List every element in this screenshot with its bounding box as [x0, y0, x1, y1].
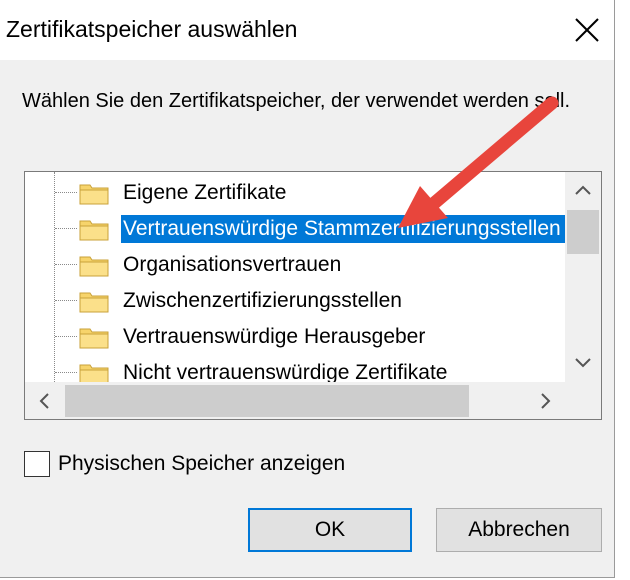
chevron-left-icon: [39, 393, 49, 409]
checkbox-label: Physischen Speicher anzeigen: [58, 452, 346, 475]
tree-connector: [55, 192, 77, 193]
folder-icon: [79, 328, 109, 349]
horizontal-scroll-thumb[interactable]: [65, 385, 469, 417]
tree-connector: [55, 264, 77, 265]
folder-icon: [79, 184, 109, 205]
certificate-store-tree[interactable]: Eigene Zertifikate Vertrauenswürdige Stam…: [24, 171, 602, 420]
tree-connector: [55, 372, 77, 373]
tree-item[interactable]: Organisationsvertrauen: [25, 248, 565, 282]
scrollbar-corner: [565, 382, 601, 419]
tree-item[interactable]: Eigene Zertifikate: [25, 176, 565, 210]
tree-item-label: Vertrauenswürdige Herausgeber: [123, 325, 426, 348]
vertical-scroll-thumb[interactable]: [567, 210, 599, 254]
scroll-up-button[interactable]: [565, 172, 601, 208]
close-icon: [575, 18, 599, 42]
title-bar: Zertifikatspeicher auswählen: [0, 0, 614, 60]
tree-item[interactable]: Vertrauenswürdige Stammzertifizierungsst…: [25, 212, 565, 246]
scroll-down-button[interactable]: [565, 344, 601, 382]
folder-icon: [79, 292, 109, 313]
ok-button[interactable]: OK: [248, 508, 412, 552]
vertical-scrollbar[interactable]: [565, 172, 601, 382]
tree-item[interactable]: Nicht vertrauenswürdige Zertifikate: [25, 356, 565, 382]
tree-item-label: Nicht vertrauenswürdige Zertifikate: [123, 361, 448, 382]
chevron-up-icon: [575, 185, 591, 195]
tree-item[interactable]: Zwischenzertifizierungsstellen: [25, 284, 565, 318]
dialog-description: Wählen Sie den Zertifikatspeicher, der v…: [22, 90, 571, 112]
horizontal-scrollbar[interactable]: [25, 382, 565, 419]
scroll-right-button[interactable]: [527, 382, 565, 419]
tree-connector: [55, 228, 77, 229]
dialog-title: Zertifikatspeicher auswählen: [6, 16, 298, 42]
tree-item-label: Vertrauenswürdige Stammzertifizierungsst…: [121, 215, 565, 243]
tree-viewport: Eigene Zertifikate Vertrauenswürdige Stam…: [25, 172, 565, 382]
show-physical-stores-option[interactable]: Physischen Speicher anzeigen: [24, 449, 345, 479]
folder-icon: [79, 364, 109, 382]
tree-item[interactable]: Vertrauenswürdige Herausgeber: [25, 320, 565, 354]
show-physical-stores-checkbox[interactable]: [24, 451, 50, 477]
tree-item-label: Eigene Zertifikate: [123, 181, 287, 204]
chevron-right-icon: [541, 393, 551, 409]
close-button[interactable]: [560, 6, 614, 54]
tree-connector: [55, 336, 77, 337]
tree-item-label: Organisationsvertrauen: [123, 253, 342, 276]
certificate-store-dialog: Zertifikatspeicher auswählen Wählen Sie …: [0, 0, 615, 578]
cancel-button[interactable]: Abbrechen: [436, 508, 602, 552]
chevron-down-icon: [575, 358, 591, 368]
tree-connector: [55, 300, 77, 301]
tree-item-label: Zwischenzertifizierungsstellen: [123, 289, 402, 312]
folder-icon: [79, 256, 109, 277]
folder-icon: [79, 220, 109, 241]
scroll-left-button[interactable]: [25, 382, 63, 419]
